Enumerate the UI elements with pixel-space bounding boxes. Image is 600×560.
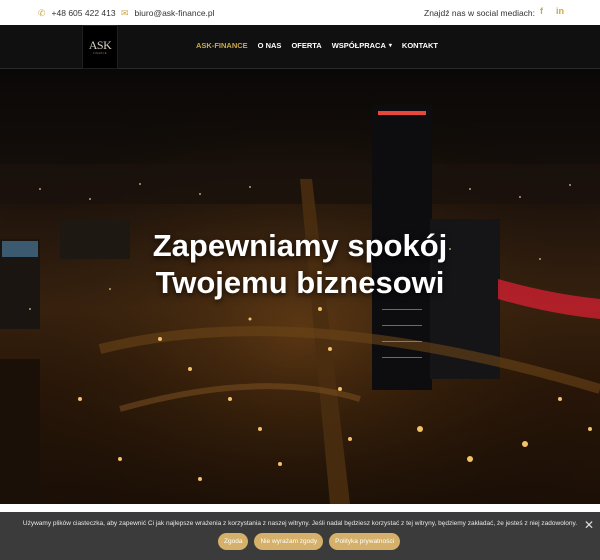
decline-cookies-button[interactable]: Nie wyrażam zgody: [254, 533, 324, 550]
linkedin-icon[interactable]: in: [556, 6, 564, 16]
nav-item-o-nas[interactable]: O NAS: [258, 41, 282, 50]
divider-strip: [0, 504, 600, 512]
nav-label: WSPÓŁPRACA: [331, 41, 386, 50]
hero-title: Zapewniamy spokój Twojemu biznesowi: [0, 227, 600, 301]
nav-label: O NAS: [257, 41, 282, 50]
hero-title-line-1: Zapewniamy spokój: [152, 228, 448, 263]
close-icon[interactable]: ✕: [584, 518, 594, 532]
nav-label: KONTAKT: [401, 41, 439, 50]
email-address: biuro@ask-finance.pl: [134, 8, 215, 18]
cookie-buttons: Zgoda Nie wyrażam zgody Polityka prywatn…: [218, 533, 401, 550]
accept-cookies-button[interactable]: Zgoda: [218, 533, 249, 550]
phone-number: +48 605 422 413: [51, 8, 116, 18]
hero-section: Zapewniamy spokój Twojemu biznesowi: [0, 69, 600, 504]
envelope-icon: ✉: [121, 7, 129, 18]
phone-contact[interactable]: ✆ +48 605 422 413: [38, 8, 116, 18]
nav-item-oferta[interactable]: OFERTA: [291, 41, 321, 50]
cookie-consent-bar: Używamy plików ciasteczka, aby zapewnić …: [0, 512, 600, 560]
social-label: Znajdź nas w social mediach:: [424, 8, 536, 18]
cookie-message: Używamy plików ciasteczka, aby zapewnić …: [22, 520, 578, 527]
nav-item-kontakt[interactable]: KONTAKT: [402, 41, 438, 50]
nav-label: ASK-FINANCE: [196, 41, 248, 50]
nav-item-ask-finance[interactable]: ASK-FINANCE: [196, 41, 248, 50]
nav-label: OFERTA: [291, 41, 322, 50]
logo-mark: ASK: [88, 38, 112, 52]
nav-item-wspolpraca[interactable]: WSPÓŁPRACA ▾: [332, 41, 392, 50]
logo-sub: FINANCE: [93, 52, 107, 55]
site-logo[interactable]: ASK FINANCE: [82, 25, 118, 69]
email-contact[interactable]: ✉ biuro@ask-finance.pl: [121, 8, 215, 18]
main-navbar: ASK FINANCE ASK-FINANCE O NAS OFERTA WSP…: [0, 25, 600, 69]
privacy-policy-button[interactable]: Polityka prywatności: [329, 533, 401, 550]
main-menu: ASK-FINANCE O NAS OFERTA WSPÓŁPRACA ▾ KON…: [196, 41, 438, 50]
facebook-icon[interactable]: f: [540, 6, 543, 16]
hero-title-line-2: Twojemu biznesowi: [155, 265, 445, 300]
top-contact-bar: ✆ +48 605 422 413 ✉ biuro@ask-finance.pl…: [0, 0, 600, 25]
phone-icon: ✆: [38, 7, 46, 18]
chevron-down-icon: ▾: [388, 43, 392, 49]
